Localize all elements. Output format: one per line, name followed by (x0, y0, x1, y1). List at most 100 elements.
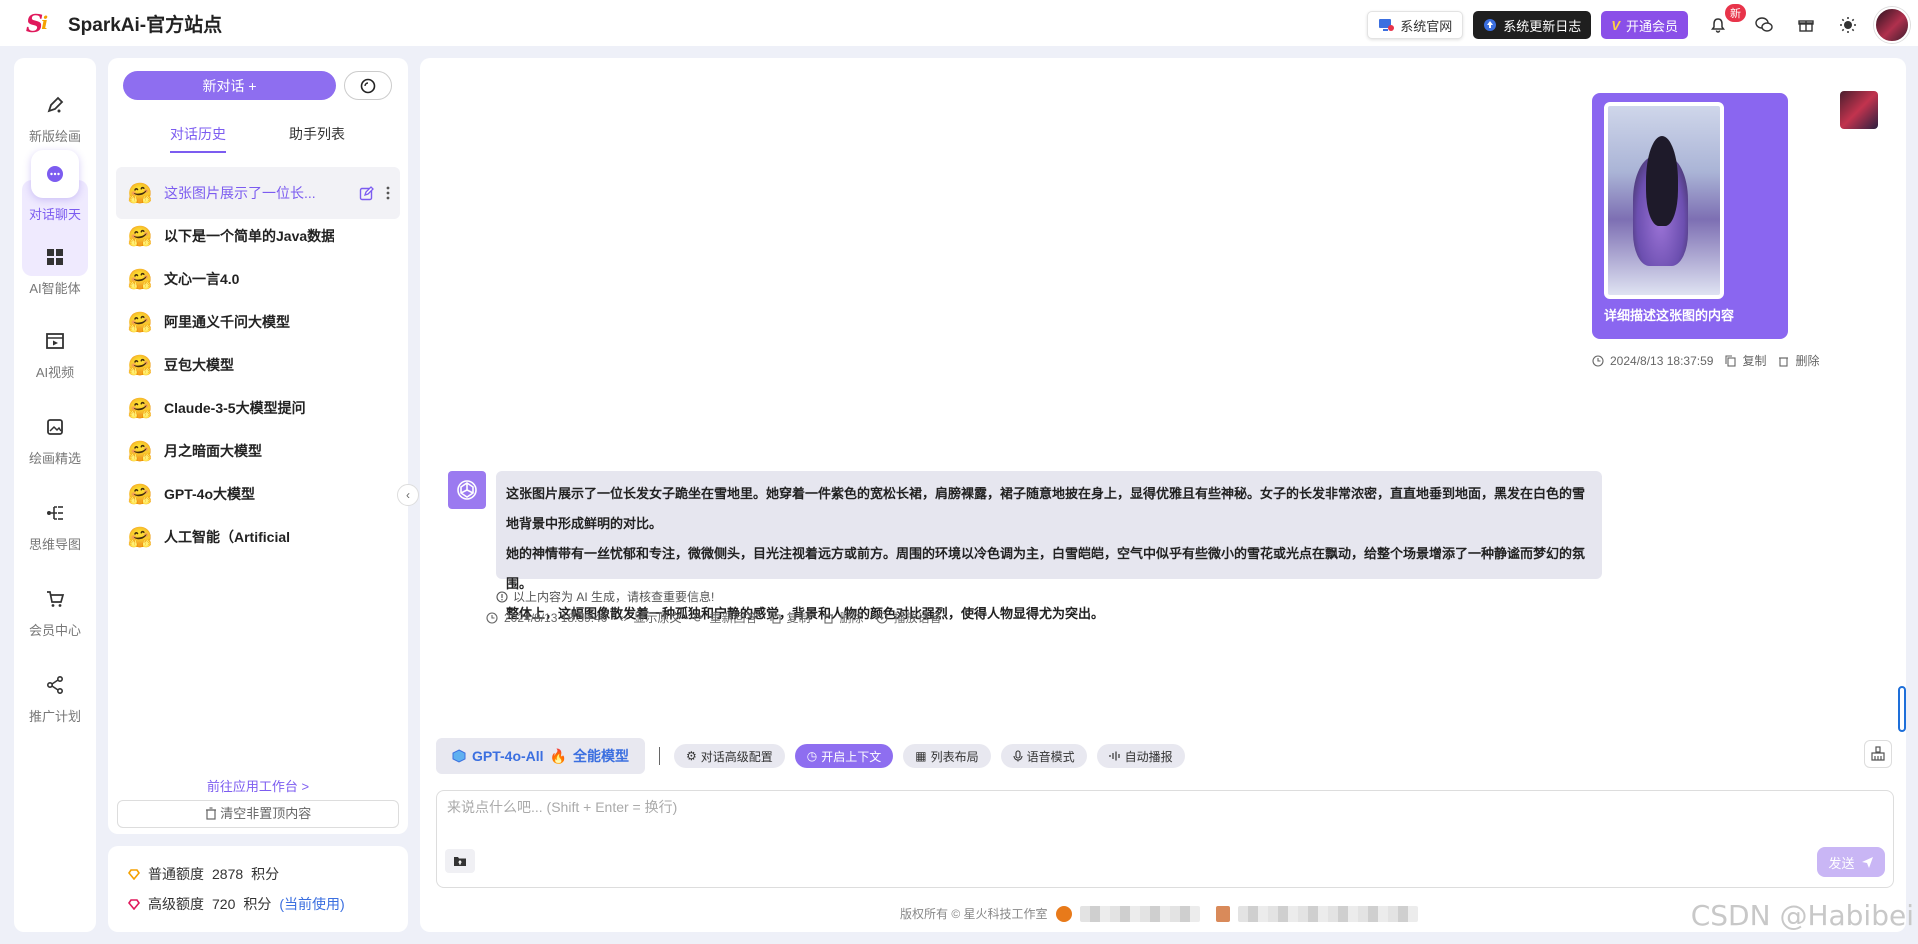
hugging-face-icon: 🤗 (127, 225, 153, 248)
copy-icon (769, 611, 781, 624)
wechat-button[interactable] (1748, 9, 1780, 41)
rail-item-chat[interactable]: 对话聊天 (14, 150, 96, 223)
clock-icon (1592, 354, 1604, 367)
bot-message-time: 2024/8/13 18:39:40 (504, 610, 608, 625)
more-vertical-icon[interactable] (386, 186, 390, 200)
quota-panel: 普通额度 2878 积分 高级额度 720 积分 (当前使用) (108, 846, 408, 932)
rail-item-gallery[interactable]: 绘画精选 (14, 412, 96, 467)
tool-label: 语音模式 (1026, 749, 1075, 764)
hugging-face-icon: 🤗 (127, 483, 153, 506)
play-icon (876, 611, 888, 624)
goto-workspace-link[interactable]: 前往应用工作台 > (108, 776, 408, 795)
notification-badge: 新 (1725, 4, 1746, 22)
cart-icon (40, 584, 70, 614)
current-quota-tag: (当前使用) (279, 896, 345, 912)
bot-copy-button[interactable]: 复制 (787, 609, 811, 626)
voice-mode-button[interactable]: 语音模式 (1000, 744, 1087, 768)
left-nav-rail: 新版绘画 对话聊天 AI智能体 AI视频 绘画精选 思维导图 会员中心 推广计划 (14, 58, 96, 932)
top-actions: 系统官网 系统更新日志 V 开通会员 新 (1367, 4, 1910, 43)
clear-conversations-button[interactable]: 清空非置顶内容 (117, 800, 399, 828)
message-input[interactable] (447, 797, 1447, 827)
list-layout-button[interactable]: ▦ 列表布局 (903, 744, 991, 768)
bot-delete-button[interactable]: 删除 (840, 609, 864, 626)
fire-icon: 🔥 (549, 747, 567, 764)
advanced-quota-label: 高级额度 (148, 896, 204, 912)
tab-assistants[interactable]: 助手列表 (289, 124, 345, 144)
user-copy-button[interactable]: 复制 (1742, 352, 1766, 369)
edit-icon[interactable] (359, 185, 374, 201)
conversation-title: 阿里通义千问大模型 (164, 314, 290, 330)
hugging-face-icon: 🤗 (127, 397, 153, 420)
scrollbar-thumb[interactable] (1898, 686, 1906, 732)
normal-quota-unit: 积分 (251, 866, 280, 882)
conversation-title: Claude-3-5大模型提问 (164, 400, 306, 416)
rail-item-member-center[interactable]: 会员中心 (14, 584, 96, 639)
tool-label: 对话高级配置 (700, 749, 773, 764)
model-name: GPT-4o-All (472, 748, 544, 764)
trash-icon (205, 807, 217, 820)
search-button[interactable] (344, 71, 392, 100)
conversation-title: GPT-4o大模型 (164, 486, 256, 502)
hugging-face-icon: 🤗 (127, 526, 153, 549)
user-message-time: 2024/8/13 18:37:59 (1610, 353, 1714, 368)
context-toggle-button[interactable]: ◷ 开启上下文 (794, 744, 894, 768)
collapse-panel-button[interactable]: ‹ (397, 484, 419, 506)
gift-button[interactable] (1790, 9, 1822, 41)
image-icon (40, 412, 70, 442)
message-composer: 发送 (436, 790, 1894, 888)
clock-icon (486, 611, 498, 624)
site-title: SparkAi-官方站点 (68, 14, 223, 36)
vip-button[interactable]: V 开通会员 (1601, 11, 1688, 39)
composer-toolbar: GPT-4o-All 🔥 全能模型 ⚙ 对话高级配置 ◷ 开启上下文 ▦ 列表布局 语… (436, 738, 1185, 774)
rail-label: 会员中心 (28, 623, 81, 638)
conversation-item[interactable]: 🤗 人工智能（Artificial (116, 511, 400, 563)
folder-upload-icon (453, 855, 467, 867)
copy-icon[interactable] (1725, 354, 1736, 367)
site-logo[interactable]: Si (20, 8, 54, 38)
rail-item-mindmap[interactable]: 思维导图 (14, 498, 96, 553)
trash-icon[interactable] (1778, 355, 1789, 367)
paper-plane-icon (1861, 856, 1874, 869)
clear-chat-button[interactable] (1864, 740, 1892, 768)
trash-icon (823, 612, 834, 624)
advanced-quota-value: 720 (212, 896, 236, 912)
user-avatar[interactable] (1874, 7, 1910, 43)
official-site-button[interactable]: 系统官网 (1367, 11, 1464, 39)
clear-label: 清空非置顶内容 (220, 806, 312, 821)
rail-item-ai-video[interactable]: AI视频 (14, 326, 96, 381)
new-chat-button[interactable]: 新对话 + (123, 71, 336, 100)
vip-label: 开通会员 (1625, 18, 1678, 34)
advanced-config-button[interactable]: ⚙ 对话高级配置 (674, 744, 785, 768)
rail-item-agents[interactable]: AI智能体 (14, 242, 96, 297)
send-button[interactable]: 发送 (1817, 847, 1885, 877)
tab-underline (170, 151, 226, 153)
play-voice-button[interactable]: 播放语音 (894, 609, 942, 626)
uploaded-image-thumbnail[interactable] (1604, 102, 1724, 299)
model-selector[interactable]: GPT-4o-All 🔥 全能模型 (436, 738, 645, 774)
mindmap-icon (40, 498, 70, 528)
notification-button[interactable]: 新 (1702, 4, 1746, 41)
wechat-icon (1755, 17, 1773, 33)
tab-history[interactable]: 对话历史 (170, 124, 226, 144)
user-delete-button[interactable]: 删除 (1795, 352, 1819, 369)
show-raw-button[interactable]: 显示原文 (633, 609, 681, 626)
bot-paragraph: 这张图片展示了一位长发女子跪坐在雪地里。她穿着一件紫色的宽松长裙，肩膀裸露，裙子… (506, 486, 1586, 531)
changelog-button[interactable]: 系统更新日志 (1473, 11, 1592, 39)
broom-icon (1870, 746, 1886, 762)
hugging-face-icon: 🤗 (127, 311, 153, 334)
upload-file-button[interactable] (445, 849, 475, 873)
chat-main: 详细描述这张图的内容 2024/8/13 18:37:59 复制 删除 这张图片… (420, 58, 1906, 932)
rail-item-promotion[interactable]: 推广计划 (14, 670, 96, 725)
hugging-face-icon: 🤗 (127, 182, 153, 205)
waveform-icon (1109, 751, 1121, 761)
bot-message-meta: 2024/8/13 18:39:40 ‹› 显示原文 ⟳ 重新回答 复制 删除 … (486, 609, 950, 626)
rail-item-new-drawing[interactable]: 新版绘画 (14, 90, 96, 145)
openai-logo-icon (455, 478, 479, 502)
auto-broadcast-button[interactable]: 自动播报 (1096, 744, 1185, 768)
sun-icon (1839, 16, 1857, 34)
user-message-avatar (1840, 91, 1878, 129)
regenerate-button[interactable]: 重新回答 (710, 609, 758, 626)
grid-small-icon: ▦ (915, 749, 927, 763)
theme-toggle-button[interactable] (1832, 9, 1864, 41)
hugging-face-icon: 🤗 (127, 354, 153, 377)
